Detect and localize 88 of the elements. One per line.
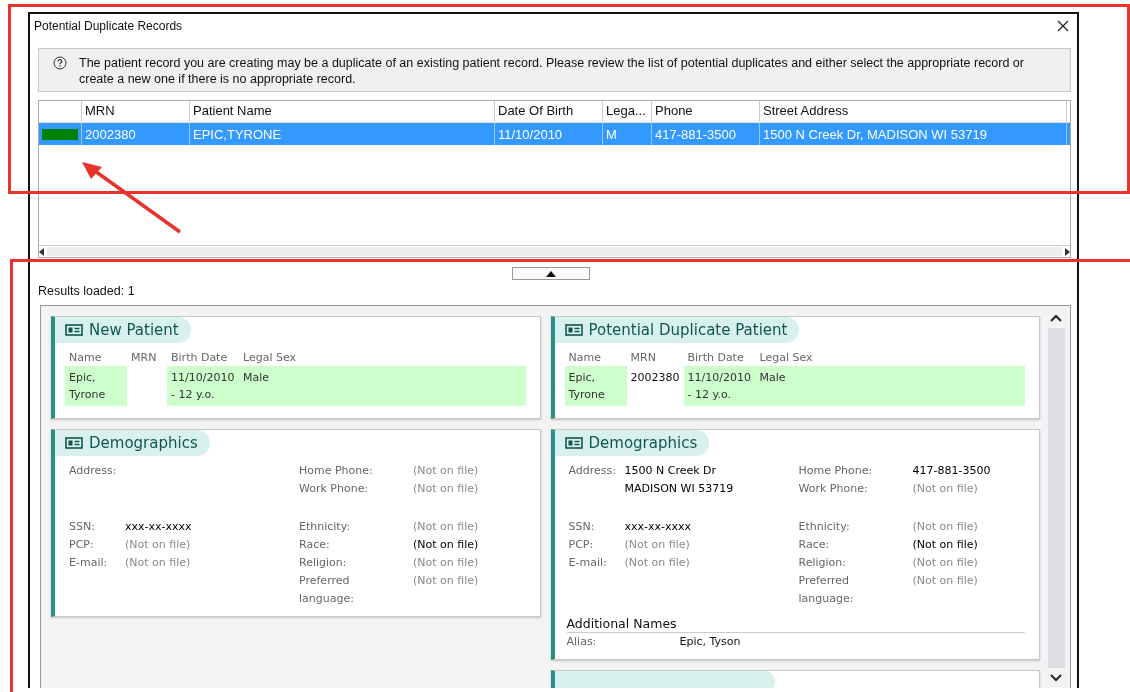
id-card-icon [564,324,583,336]
field-label: SSN: [69,519,96,535]
field-label: MRN [629,350,657,366]
field-label: SSN: [568,519,596,535]
table-cell: 417-881-3500 [652,123,760,145]
field-value: (Not on file) [413,463,479,479]
field-label: Work Phone: [299,481,370,497]
scroll-left-icon[interactable] [39,247,45,256]
up-triangle-icon [545,270,556,277]
section-heading: Additional Names [566,616,1025,633]
field-label: Ethnicity: [299,519,352,535]
field-value: (Not on file) [413,519,479,535]
chevron-up-icon[interactable] [1050,314,1062,322]
id-card-icon [65,324,83,336]
scroll-right-icon[interactable] [1064,247,1070,256]
field-label: E-mail: [69,555,109,571]
field-value: xxx-xx-xxxx [624,519,692,535]
field-label: Birth Date [170,350,229,366]
field-value: 11/10/2010 - 12 y.o. [167,366,239,406]
field-value: (Not on file) [912,573,978,589]
column-header[interactable]: Lega... [603,101,652,122]
field-label: Legal Sex [242,350,298,366]
field-label: Ethnicity: [798,519,851,535]
field-value: (Not on file) [413,573,479,589]
field-label: Address: [568,463,617,479]
field-label: Home Phone: [798,463,874,479]
help-icon [53,56,67,70]
column-header[interactable]: Date Of Birth [495,101,603,122]
horizontal-scrollbar[interactable] [39,245,1070,257]
field-label: Work Phone: [798,481,869,497]
field-value: (Not on file) [912,519,978,535]
field-value: (Not on file) [413,555,479,571]
collapse-button[interactable] [511,267,590,280]
column-header[interactable]: Phone [652,101,760,122]
field-label: E-mail: [568,555,608,571]
table-cell: 1500 N Creek Dr, MADISON WI 53719 [760,123,1067,145]
field-label: PCP: [568,537,595,553]
field-value: Male [239,366,526,406]
field-label: Legal Sex [758,350,814,366]
field-label: Home Phone: [299,463,374,479]
field-value: (Not on file) [413,537,479,553]
table-cell: 11/10/2010 [495,123,603,145]
chevron-down-icon[interactable] [1050,674,1062,682]
field-value: (Not on file) [624,537,690,553]
field-label: Preferred language: [798,573,855,607]
card-title: New Patient [89,321,179,339]
field-value: Epic, Tyrone [65,366,127,406]
table-cell: 2002380 [82,123,190,145]
field-value: 11/10/2010 - 12 y.o. [683,366,756,406]
field-value: xxx-xx-xxxx [125,519,192,535]
field-value: (Not on file) [125,555,191,571]
card-title: Potential Duplicate Patient [588,321,788,339]
field-value: 1500 N Creek Dr MADISON WI 53719 [624,463,734,497]
field-value: (Not on file) [624,555,690,571]
field-value: (Not on file) [912,537,978,553]
field-label: Address: [69,463,118,479]
id-card-icon [65,437,83,449]
close-icon[interactable] [1057,20,1069,32]
card-title: Demographics [588,434,698,452]
field-value: (Not on file) [125,537,191,553]
field-value: Male [755,366,1025,406]
field-value: Epic, Tyrone [564,366,627,406]
field-value: (Not on file) [912,481,978,497]
field-label: Alias: [566,634,598,650]
results-count: Results loaded: 1 [38,284,136,298]
card-title: Demographics [89,434,198,452]
field-label: Preferred language: [299,573,355,607]
info-message: The patient record you are creating may be a duplicate of an existing patient record. Please review the list of potential duplicates and either select the appropriate record or create a new one if there is no appropriate record. [79,55,1025,87]
table-cell: EPIC,TYRONE [190,123,495,145]
table-cell: M [603,123,652,145]
id-card-icon [564,437,583,449]
field-value: Epic, Tyson [679,634,741,650]
field-label: Birth Date [686,350,745,366]
field-label: Name [68,350,103,366]
field-value: 417-881-3500 [912,463,991,479]
column-header[interactable]: MRN [82,101,190,122]
field-label: MRN [130,350,158,366]
field-value: (Not on file) [413,481,479,497]
field-label: Religion: [299,555,348,571]
column-header[interactable]: Patient Name [190,101,495,122]
field-label: PCP: [69,537,95,553]
field-label: Religion: [798,555,847,571]
column-header[interactable]: Street Address [760,101,1067,122]
field-label: Name [567,350,602,366]
window-title: Potential Duplicate Records [34,19,183,33]
field-label: Race: [798,537,831,553]
field-value: (Not on file) [912,555,978,571]
field-label: Race: [299,537,331,553]
